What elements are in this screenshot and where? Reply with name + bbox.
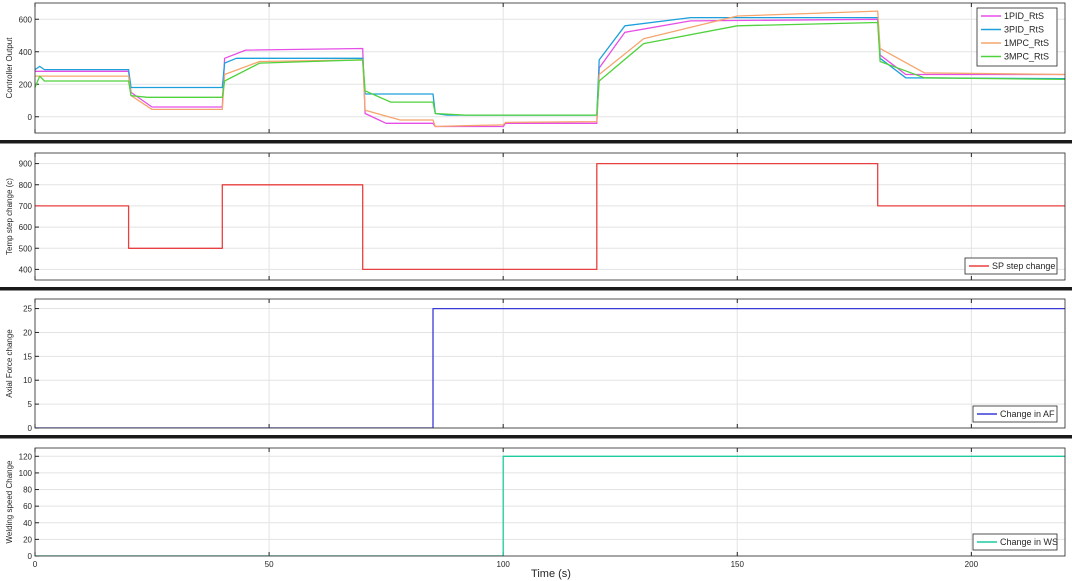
chart-panel-4: 020406080100120Welding speed Change Chang… bbox=[5, 447, 1066, 561]
legend: SP step change bbox=[964, 257, 1058, 275]
chart-panel-1: 0 200 400 600 Controller Output 1PID_RtS 3PID_… bbox=[5, 2, 1066, 134]
y-tick-label: 400 bbox=[19, 265, 33, 274]
y-tick-label: 200 bbox=[19, 80, 33, 89]
legend-label: Change in WS bbox=[1000, 537, 1058, 547]
x-tick-labels: 0 50 100 150 200 bbox=[33, 560, 979, 569]
legend: Change in WS bbox=[972, 533, 1058, 551]
x-tick-label: 150 bbox=[731, 560, 745, 569]
x-tick-label: 50 bbox=[265, 560, 274, 569]
x-tick-label: 0 bbox=[33, 560, 38, 569]
y-tick-label: 400 bbox=[19, 48, 33, 57]
legend-label: 1MPC_RtS bbox=[1004, 38, 1049, 48]
panel-divider bbox=[0, 435, 1072, 439]
legend-label: SP step change bbox=[992, 261, 1055, 271]
plot-area bbox=[35, 153, 1065, 280]
y-axis-label: Temp step change (c) bbox=[5, 178, 14, 255]
y-tick-label: 800 bbox=[19, 181, 33, 190]
y-tick-label: 600 bbox=[19, 223, 33, 232]
plot-area bbox=[35, 299, 1065, 428]
y-axis-label: Controller Output bbox=[5, 37, 14, 99]
panels: 0200400600Controller Output1PID_RtS3PID_… bbox=[5, 2, 1066, 569]
y-tick-label: 15 bbox=[23, 352, 32, 361]
chart-panel-2: 400 500 600 700 800 900 Temp step change (c) SP… bbox=[5, 152, 1066, 281]
y-tick-label: 100 bbox=[19, 469, 33, 478]
y-tick-label: 25 bbox=[23, 305, 32, 314]
y-tick-label: 5 bbox=[28, 400, 33, 409]
y-tick-label: 0 bbox=[28, 113, 33, 122]
y-tick-label: 20 bbox=[23, 328, 32, 337]
y-axis-label: Welding speed Change bbox=[5, 460, 14, 544]
x-axis-label: Time (s) bbox=[531, 568, 571, 580]
y-tick-label: 700 bbox=[19, 202, 33, 211]
legend: Change in AF bbox=[972, 405, 1058, 423]
plot-area bbox=[35, 3, 1065, 133]
legend-label: Change in AF bbox=[1000, 409, 1055, 419]
y-tick-label: 900 bbox=[19, 160, 33, 169]
y-tick-label: 120 bbox=[19, 452, 33, 461]
legend: 1PID_RtS 3PID_RtS 1MPC_RtS 3MPC_RtS bbox=[976, 7, 1058, 67]
x-tick-label: 100 bbox=[497, 560, 511, 569]
legend-label: 3MPC_RtS bbox=[1004, 52, 1049, 62]
y-tick-label: 0 bbox=[28, 424, 33, 433]
x-tick-label: 200 bbox=[965, 560, 979, 569]
y-tick-label: 500 bbox=[19, 244, 33, 253]
y-tick-label: 40 bbox=[23, 519, 32, 528]
y-tick-label: 10 bbox=[23, 376, 32, 385]
legend-label: 3PID_RtS bbox=[1004, 25, 1044, 35]
y-axis-label: Axial Force change bbox=[5, 329, 14, 398]
y-tick-label: 60 bbox=[23, 502, 32, 511]
legend-label: 1PID_RtS bbox=[1004, 11, 1044, 21]
figure: 0200400600Controller Output1PID_RtS3PID_… bbox=[0, 2, 1072, 580]
panel-divider bbox=[0, 287, 1072, 291]
y-tick-label: 20 bbox=[23, 535, 32, 544]
y-tick-label: 80 bbox=[23, 486, 32, 495]
panel-divider bbox=[0, 140, 1072, 144]
y-tick-label: 600 bbox=[19, 15, 33, 24]
chart-panel-3: 0 5 10 15 20 25 Axial Force change Change in AF bbox=[5, 298, 1066, 433]
